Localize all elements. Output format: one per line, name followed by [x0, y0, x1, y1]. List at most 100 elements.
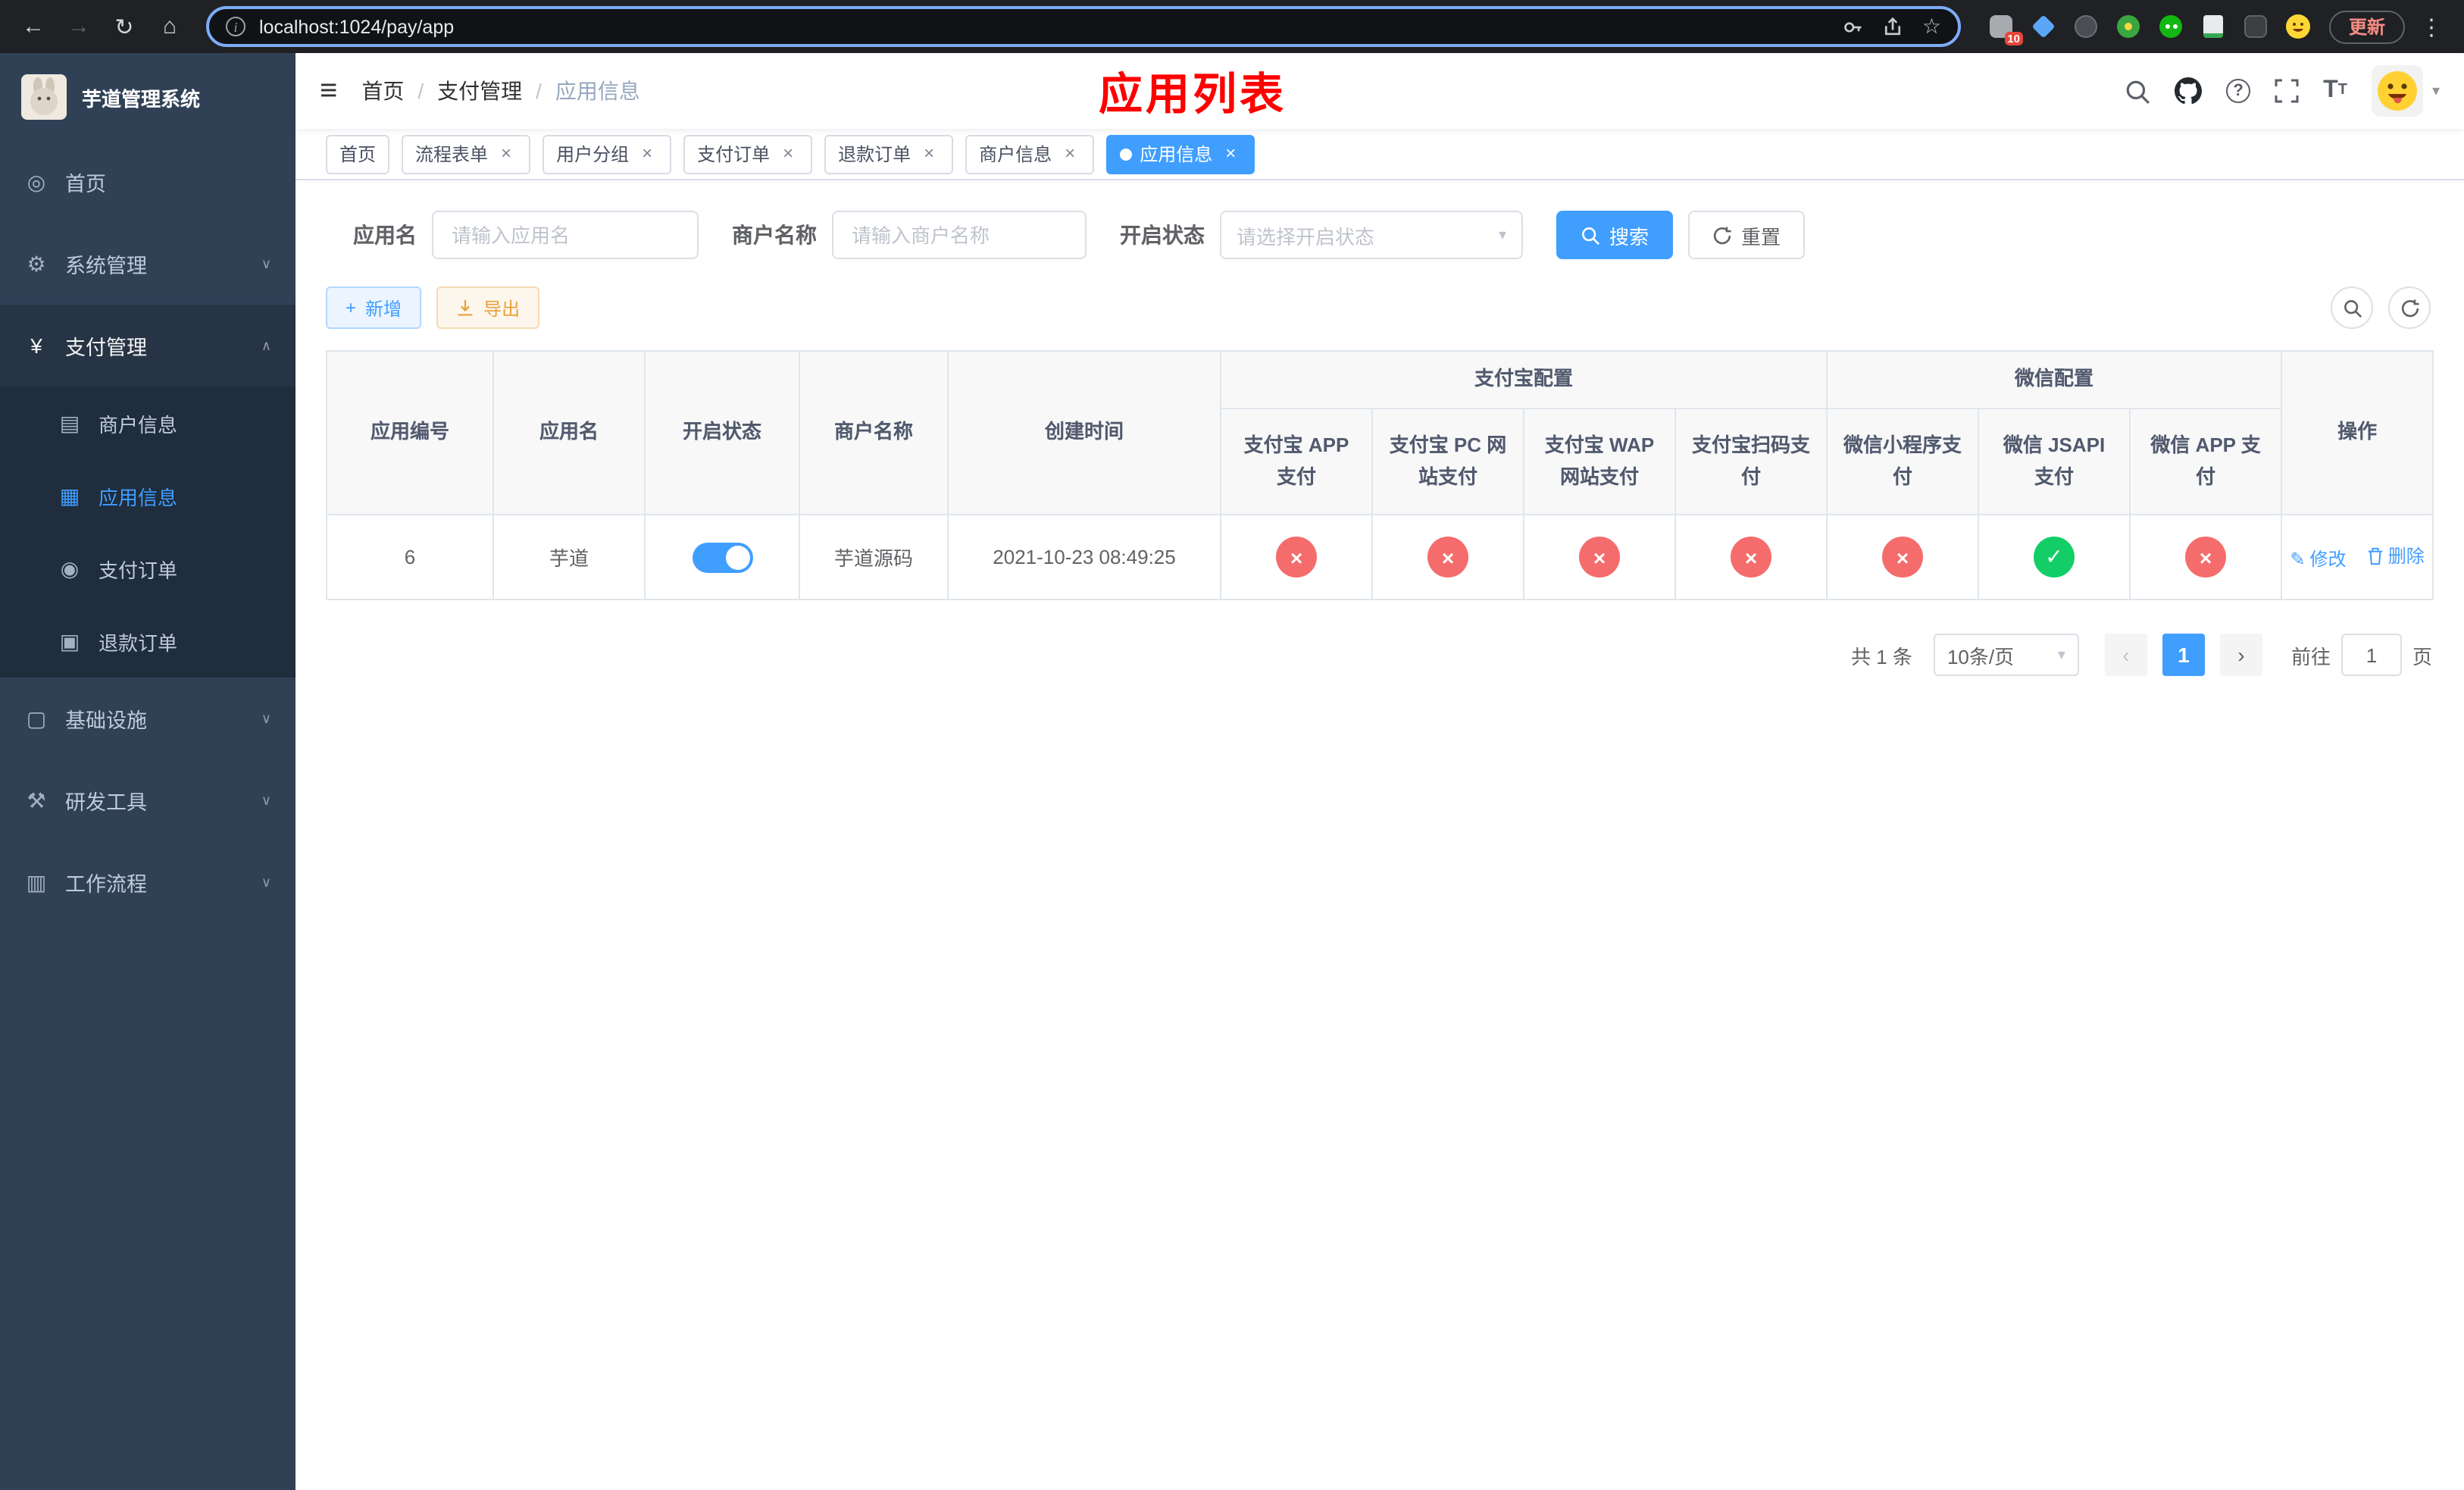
extension-doc-icon[interactable] — [2200, 14, 2226, 39]
close-icon[interactable]: × — [1220, 142, 1241, 164]
top-navbar: ≡ 首页 / 支付管理 / 应用信息 应用列表 ? T T ▾ — [295, 53, 2464, 129]
search-icon — [1582, 227, 1600, 245]
toggle-search-button[interactable] — [2331, 286, 2373, 329]
refresh-table-button[interactable] — [2388, 286, 2431, 329]
edit-button[interactable]: ✎ 修改 — [2290, 546, 2346, 571]
status-select[interactable]: 请选择开启状态 ▾ — [1220, 211, 1523, 259]
sidebar-item-pay-orders[interactable]: ◉ 支付订单 — [0, 532, 295, 605]
sidebar-item-merchant-info[interactable]: ▤ 商户信息 — [0, 387, 295, 459]
cell-name: 芋道 — [492, 514, 646, 600]
payment-submenu: ▤ 商户信息 ▦ 应用信息 ◉ 支付订单 ▣ 退款订单 — [0, 387, 295, 678]
extension-dark-puzzle-icon[interactable] — [2243, 14, 2269, 39]
forward-icon[interactable]: → — [61, 8, 97, 45]
wx-jsapi-status-icon: ✓ — [2034, 537, 2075, 578]
card-icon: ▤ — [59, 410, 80, 434]
address-bar[interactable]: i localhost:1024/pay/app ☆ — [206, 6, 1961, 47]
server-icon: ▢ — [26, 706, 47, 730]
group-header-wechat: 微信配置 — [1826, 350, 2283, 409]
sidebar-toggle-icon[interactable]: ≡ — [320, 74, 337, 108]
app-name-input[interactable] — [432, 211, 699, 259]
sidebar-item-app-info[interactable]: ▦ 应用信息 — [0, 459, 295, 532]
browser-menu-icon[interactable]: ⋮ — [2414, 13, 2449, 40]
tab-refund-orders[interactable]: 退款订单 × — [824, 134, 954, 174]
close-icon[interactable]: × — [918, 142, 940, 164]
tab-user-group[interactable]: 用户分组 × — [543, 134, 672, 174]
tab-pay-orders[interactable]: 支付订单 × — [683, 134, 813, 174]
group-header-alipay: 支付宝配置 — [1219, 350, 1828, 409]
user-avatar[interactable]: ▾ — [2371, 65, 2440, 117]
tab-app-info[interactable]: 应用信息 × — [1106, 134, 1255, 174]
bookmark-star-icon[interactable]: ☆ — [1922, 14, 1941, 39]
app-logo[interactable]: 芋道管理系统 — [0, 53, 295, 141]
status-toggle[interactable] — [692, 542, 752, 572]
next-page-button[interactable]: › — [2219, 634, 2262, 676]
prev-page-button[interactable]: ‹ — [2104, 634, 2147, 676]
breadcrumb-payment[interactable]: 支付管理 — [437, 76, 522, 106]
search-icon[interactable] — [2125, 78, 2150, 104]
chevron-down-icon: ∨ — [261, 874, 271, 889]
share-icon[interactable] — [1883, 16, 1904, 37]
sidebar-item-infrastructure[interactable]: ▢ 基础设施 ∨ — [0, 678, 295, 759]
page: ← → ↻ ⌂ i localhost:1024/pay/app ☆ 10 更新 — [0, 0, 2464, 1490]
active-dot — [1120, 148, 1133, 160]
profile-avatar-icon[interactable] — [2285, 14, 2311, 39]
fullscreen-icon[interactable] — [2275, 79, 2299, 103]
grid-icon: ▦ — [59, 483, 80, 507]
col-header-alipay-app: 支付宝 APP 支付 — [1220, 408, 1373, 515]
search-button[interactable]: 搜索 — [1556, 211, 1674, 259]
password-key-icon[interactable] — [1843, 16, 1865, 37]
page-title: 应用列表 — [1099, 71, 1287, 120]
close-icon[interactable]: × — [1059, 142, 1080, 164]
sidebar: 芋道管理系统 ◎ 首页 ⚙ 系统管理 ∨ ¥ 支付管理 ∧ ▤ 商户信息 ▦ 应… — [0, 53, 295, 1490]
extensions-puzzle-icon[interactable]: 10 — [1988, 14, 2023, 45]
tab-process-form[interactable]: 流程表单 × — [402, 134, 531, 174]
extension-area: 10 — [1988, 14, 2311, 45]
col-header-wx-lite: 微信小程序支付 — [1826, 408, 1980, 515]
tab-home[interactable]: 首页 — [326, 134, 390, 174]
alipay-wap-status-icon: × — [1579, 537, 1620, 578]
url-text: localhost:1024/pay/app — [259, 16, 455, 37]
alipay-pc-status-icon: × — [1427, 537, 1468, 578]
extension-green-icon[interactable] — [2115, 14, 2141, 39]
export-button[interactable]: 导出 — [436, 286, 540, 329]
col-header-name: 应用名 — [492, 350, 646, 515]
help-icon[interactable]: ? — [2226, 79, 2251, 103]
tab-merchant-info[interactable]: 商户信息 × — [965, 134, 1095, 174]
back-icon[interactable]: ← — [15, 8, 52, 45]
close-icon[interactable]: × — [496, 142, 517, 164]
home-icon[interactable]: ⌂ — [152, 8, 188, 45]
extension-globe-icon[interactable] — [2073, 14, 2099, 39]
col-header-wx-jsapi: 微信 JSAPI 支付 — [1978, 408, 2131, 515]
close-icon[interactable]: × — [636, 142, 658, 164]
page-size-select[interactable]: 10条/页 ▾ — [1933, 634, 2079, 676]
sidebar-item-home[interactable]: ◎ 首页 — [0, 141, 295, 223]
trash-icon — [2368, 546, 2382, 565]
sidebar-item-payment[interactable]: ¥ 支付管理 ∧ — [0, 305, 295, 387]
sidebar-item-dev-tools[interactable]: ⚒ 研发工具 ∨ — [0, 759, 295, 841]
extension-gem-icon[interactable] — [2031, 14, 2056, 39]
page-1-button[interactable]: 1 — [2162, 634, 2205, 676]
reload-icon[interactable]: ↻ — [106, 8, 142, 45]
close-icon[interactable]: × — [777, 142, 799, 164]
app-title: 芋道管理系统 — [82, 87, 201, 110]
col-header-created: 创建时间 — [947, 350, 1221, 515]
site-info-icon[interactable]: i — [226, 17, 245, 36]
goto-page-input[interactable] — [2340, 634, 2402, 676]
github-icon[interactable] — [2175, 77, 2203, 105]
font-size-icon[interactable]: TT — [2323, 78, 2347, 103]
logo-image — [21, 74, 67, 120]
sidebar-item-refund-orders[interactable]: ▣ 退款订单 — [0, 605, 295, 678]
extension-wechat-icon[interactable] — [2158, 14, 2184, 39]
chevron-up-icon: ∧ — [261, 337, 271, 352]
reset-button[interactable]: 重置 — [1688, 211, 1806, 259]
delete-button[interactable]: 删除 — [2367, 543, 2425, 568]
update-button[interactable]: 更新 — [2328, 10, 2405, 43]
breadcrumb-home[interactable]: 首页 — [361, 76, 404, 106]
add-button[interactable]: + 新增 — [326, 286, 422, 329]
navbar-actions: ? TT ▾ — [2125, 65, 2440, 117]
sidebar-item-workflow[interactable]: ▥ 工作流程 ∨ — [0, 841, 295, 923]
goto-label: 前往 — [2290, 645, 2331, 668]
merchant-name-input[interactable] — [832, 211, 1087, 259]
sidebar-item-system[interactable]: ⚙ 系统管理 ∨ — [0, 223, 295, 305]
col-header-alipay-qr: 支付宝扫码支付 — [1674, 408, 1828, 515]
